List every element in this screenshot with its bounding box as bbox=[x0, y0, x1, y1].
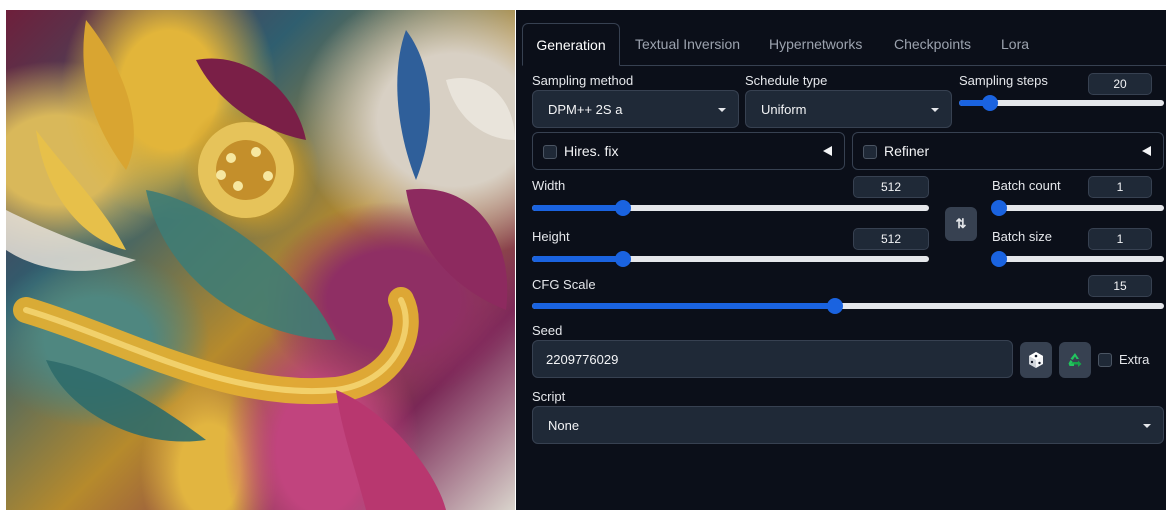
schedule-type-dropdown[interactable]: Uniform bbox=[745, 90, 952, 128]
width-slider[interactable] bbox=[532, 200, 929, 216]
batch-size-input[interactable]: 1 bbox=[1088, 228, 1152, 250]
generated-image bbox=[6, 10, 515, 510]
tab-checkpoints[interactable]: Checkpoints bbox=[894, 23, 971, 66]
swap-dimensions-button[interactable]: ⇅ bbox=[945, 207, 977, 241]
height-slider[interactable] bbox=[532, 251, 929, 267]
reuse-seed-button[interactable] bbox=[1059, 342, 1091, 378]
swap-vertical-icon: ⇅ bbox=[955, 216, 967, 231]
recycle-icon bbox=[1068, 353, 1082, 367]
height-label: Height bbox=[532, 229, 570, 244]
chevron-down-icon bbox=[1143, 424, 1151, 428]
slider-thumb[interactable] bbox=[827, 298, 844, 314]
hires-fix-label: Hires. fix bbox=[564, 143, 619, 159]
cfg-scale-label: CFG Scale bbox=[532, 277, 596, 292]
tab-hypernetworks[interactable]: Hypernetworks bbox=[769, 23, 862, 66]
slider-thumb[interactable] bbox=[991, 251, 1007, 267]
cfg-scale-input[interactable]: 15 bbox=[1088, 275, 1152, 297]
chevron-down-icon bbox=[931, 108, 939, 112]
sampling-steps-label: Sampling steps bbox=[959, 73, 1048, 88]
script-dropdown[interactable]: None bbox=[532, 406, 1164, 444]
chevron-down-icon bbox=[718, 108, 726, 112]
slider-fill bbox=[532, 205, 624, 211]
schedule-type-label: Schedule type bbox=[745, 73, 828, 88]
collapse-arrow-icon[interactable] bbox=[823, 146, 832, 156]
slider-thumb[interactable] bbox=[991, 200, 1007, 216]
sampling-method-dropdown[interactable]: DPM++ 2S a bbox=[532, 90, 739, 128]
sampling-steps-input[interactable]: 20 bbox=[1088, 73, 1152, 95]
dice-icon bbox=[1029, 352, 1043, 368]
slider-fill bbox=[532, 303, 836, 309]
tab-bar: Generation Textual Inversion Hypernetwor… bbox=[516, 10, 1166, 66]
refiner-label: Refiner bbox=[884, 143, 930, 159]
batch-count-slider[interactable] bbox=[991, 200, 1164, 216]
slider-thumb[interactable] bbox=[981, 95, 998, 111]
schedule-type-value: Uniform bbox=[761, 102, 807, 117]
seed-input[interactable]: 2209776029 bbox=[532, 340, 1013, 378]
embroidery-artwork bbox=[6, 20, 515, 510]
sampling-method-value: DPM++ 2S a bbox=[548, 102, 623, 117]
width-label: Width bbox=[532, 178, 566, 193]
slider-thumb[interactable] bbox=[615, 251, 632, 267]
script-value: None bbox=[548, 418, 580, 433]
random-seed-button[interactable] bbox=[1020, 342, 1052, 378]
height-input[interactable]: 512 bbox=[853, 228, 929, 250]
sampling-steps-slider[interactable] bbox=[959, 95, 1164, 111]
collapse-arrow-icon[interactable] bbox=[1142, 146, 1151, 156]
batch-count-label: Batch count bbox=[992, 178, 1061, 193]
refiner-accordion[interactable]: Refiner bbox=[852, 132, 1164, 170]
tab-generation[interactable]: Generation bbox=[522, 23, 620, 66]
tab-textual-inversion[interactable]: Textual Inversion bbox=[635, 23, 740, 66]
batch-size-label: Batch size bbox=[992, 229, 1052, 244]
width-input[interactable]: 512 bbox=[853, 176, 929, 198]
refiner-checkbox[interactable] bbox=[863, 145, 877, 159]
sampling-method-label: Sampling method bbox=[532, 73, 634, 88]
seed-label: Seed bbox=[532, 323, 563, 338]
batch-size-slider[interactable] bbox=[991, 251, 1164, 267]
cfg-scale-slider[interactable] bbox=[532, 298, 1164, 314]
batch-count-input[interactable]: 1 bbox=[1088, 176, 1152, 198]
script-label: Script bbox=[532, 389, 566, 404]
generation-panel: Generation Textual Inversion Hypernetwor… bbox=[516, 10, 1166, 510]
tab-lora[interactable]: Lora bbox=[1001, 23, 1029, 66]
hires-fix-checkbox[interactable] bbox=[543, 145, 557, 159]
extra-checkbox[interactable] bbox=[1098, 353, 1112, 367]
slider-fill bbox=[532, 256, 624, 262]
slider-thumb[interactable] bbox=[615, 200, 632, 216]
hires-fix-accordion[interactable]: Hires. fix bbox=[532, 132, 845, 170]
extra-label: Extra bbox=[1119, 352, 1150, 367]
